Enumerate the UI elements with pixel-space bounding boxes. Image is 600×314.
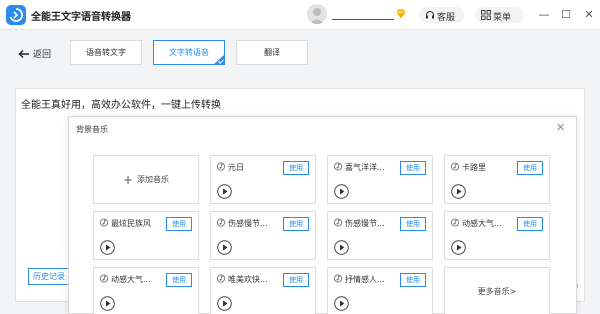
- music-note-icon: [334, 218, 342, 227]
- play-icon[interactable]: [334, 296, 349, 311]
- plus-icon: +: [122, 172, 134, 187]
- song-name: 喜气洋洋...: [345, 163, 385, 172]
- app-logo-icon: [6, 5, 26, 25]
- play-icon[interactable]: [217, 296, 232, 311]
- use-button[interactable]: 使用: [283, 217, 309, 231]
- back-button[interactable]: 返回: [18, 47, 51, 60]
- play-icon[interactable]: [100, 240, 115, 255]
- music-note-icon: [451, 162, 459, 171]
- use-button[interactable]: 使用: [283, 161, 309, 175]
- music-card: 喜气洋洋... 使用: [327, 155, 433, 204]
- tab-translate[interactable]: 翻译: [236, 40, 308, 65]
- music-note-icon: [334, 162, 342, 171]
- music-card: 元日 使用: [210, 155, 316, 204]
- music-card: 唯美欢快... 使用: [210, 267, 316, 314]
- title-bar: 全能王文字语音转换器 客服 菜单 — ☐ ✕: [0, 0, 600, 30]
- song-name: 动感大气...: [462, 219, 502, 228]
- music-note-icon: [100, 274, 108, 283]
- use-button[interactable]: 使用: [400, 273, 426, 287]
- dialog-title: 背景音乐: [76, 125, 108, 134]
- song-name: 伤感慢节...: [228, 219, 268, 228]
- music-note-icon: [334, 274, 342, 283]
- menu-label: 菜单: [493, 13, 512, 23]
- music-note-icon: [451, 218, 459, 227]
- music-card: 伤感慢节... 使用: [327, 211, 433, 260]
- grid-icon: [481, 10, 491, 20]
- use-button[interactable]: 使用: [166, 273, 192, 287]
- use-button[interactable]: 使用: [166, 217, 192, 231]
- tab-label: 文字转语音: [169, 48, 209, 57]
- song-name: 伤感慢节...: [345, 219, 385, 228]
- music-card: 抒情感人... 使用: [327, 267, 433, 314]
- maximize-button[interactable]: ☐: [559, 8, 573, 22]
- song-name: 最炫民族风: [111, 219, 151, 228]
- music-card: 动感大气... 使用: [444, 211, 550, 260]
- play-icon[interactable]: [334, 184, 349, 199]
- add-music-button[interactable]: + 添加音乐: [93, 155, 199, 204]
- music-note-icon: [100, 218, 108, 227]
- username-underline: [332, 19, 394, 20]
- play-icon[interactable]: [451, 240, 466, 255]
- play-icon[interactable]: [334, 240, 349, 255]
- play-icon[interactable]: [217, 184, 232, 199]
- music-card: 伤感慢节... 使用: [210, 211, 316, 260]
- use-button[interactable]: 使用: [517, 217, 543, 231]
- history-button[interactable]: 历史记录: [28, 268, 72, 285]
- editor-text[interactable]: 全能王真好用，高效办公软件，一键上传转换: [21, 96, 221, 111]
- music-card: 最炫民族风 使用: [93, 211, 199, 260]
- song-name: 卡路里: [462, 163, 486, 172]
- more-music-button[interactable]: 更多音乐>: [444, 267, 550, 314]
- headset-icon: [426, 11, 434, 19]
- close-window-button[interactable]: ✕: [582, 8, 596, 22]
- tab-speech-to-text[interactable]: 语音转文字: [70, 40, 142, 65]
- play-icon[interactable]: [217, 240, 232, 255]
- music-note-icon: [217, 162, 225, 171]
- music-note-icon: [217, 274, 225, 283]
- music-grid: + 添加音乐 元日 使用 喜气洋洋... 使用 卡路里 使用 最炫民族风 使用: [93, 155, 550, 314]
- song-name: 抒情感人...: [345, 275, 385, 284]
- play-icon[interactable]: [451, 184, 466, 199]
- minimize-button[interactable]: —: [537, 8, 551, 22]
- add-music-label: 添加音乐: [137, 175, 170, 184]
- play-icon[interactable]: [100, 296, 115, 311]
- music-card: 卡路里 使用: [444, 155, 550, 204]
- arrow-left-icon: [18, 50, 29, 58]
- use-button[interactable]: 使用: [517, 161, 543, 175]
- vip-diamond-icon[interactable]: [395, 9, 407, 22]
- back-label: 返回: [33, 50, 52, 60]
- service-label: 客服: [437, 13, 456, 23]
- avatar[interactable]: [307, 4, 327, 24]
- song-name: 唯美欢快...: [228, 275, 268, 284]
- use-button[interactable]: 使用: [400, 217, 426, 231]
- background-music-dialog: 背景音乐 ✕ + 添加音乐 元日 使用 喜气洋洋... 使用 卡路里 使用 最炫…: [68, 116, 577, 314]
- app-title: 全能王文字语音转换器: [31, 12, 131, 23]
- use-button[interactable]: 使用: [283, 273, 309, 287]
- dialog-close-button[interactable]: ✕: [556, 122, 565, 134]
- use-button[interactable]: 使用: [400, 161, 426, 175]
- song-name: 元日: [228, 163, 244, 172]
- music-note-icon: [217, 218, 225, 227]
- tab-text-to-speech[interactable]: 文字转语音: [153, 40, 225, 65]
- service-button[interactable]: 客服: [419, 7, 464, 23]
- music-card: 动感大气... 使用: [93, 267, 199, 314]
- menu-button[interactable]: 菜单: [475, 7, 524, 23]
- song-name: 动感大气...: [111, 275, 151, 284]
- check-icon: [213, 54, 225, 65]
